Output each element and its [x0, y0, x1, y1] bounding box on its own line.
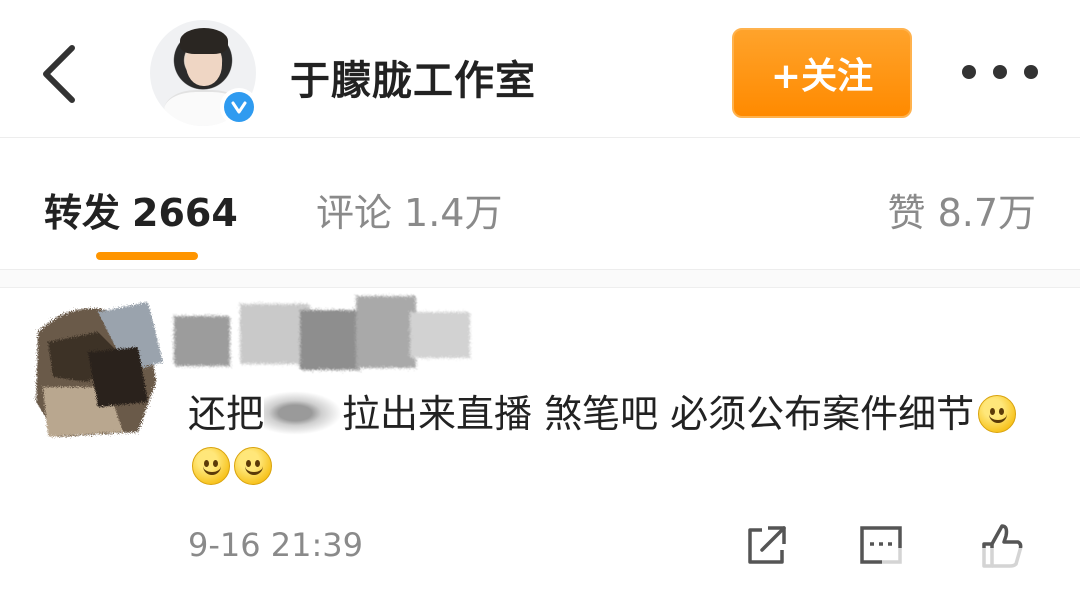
verified-badge-icon — [220, 88, 258, 126]
tab-repost-label: 转发 — [44, 191, 121, 235]
tab-like[interactable]: 赞 8.7万 — [888, 182, 1036, 237]
commenter-name-blurred[interactable] — [170, 290, 480, 390]
commenter-avatar[interactable] — [28, 292, 166, 442]
smile-emoji-icon — [192, 447, 230, 485]
tab-comment[interactable]: 评论 1.4万 — [316, 182, 502, 237]
user-name[interactable]: 于朦胧工作室 — [290, 48, 536, 106]
back-button[interactable] — [36, 42, 86, 106]
active-tab-indicator — [96, 252, 198, 260]
comment-text-start: 还把 — [188, 392, 265, 436]
stats-tabs: 转发 2664 评论 1.4万 赞 8.7万 — [0, 138, 1080, 270]
tab-like-count: 8.7万 — [937, 191, 1036, 235]
follow-button[interactable]: +关注 — [732, 28, 912, 118]
tab-like-label: 赞 — [887, 191, 926, 235]
comment-text: 还把 拉出来直播 煞笔吧 必须公布案件细节 — [188, 388, 1048, 492]
share-button[interactable] — [742, 522, 790, 570]
more-dots-icon[interactable] — [962, 58, 1038, 86]
comment-text-rest: 拉出来直播 煞笔吧 必须公布案件细节 — [342, 392, 975, 436]
section-divider — [0, 270, 1080, 288]
tab-comment-label: 评论 — [316, 191, 393, 235]
chevron-left-icon — [43, 45, 75, 103]
tab-repost-count: 2664 — [132, 191, 238, 235]
comment-timestamp: 9-16 21:39 — [188, 526, 364, 564]
smile-emoji-icon — [978, 395, 1017, 433]
smile-emoji-icon — [234, 447, 272, 485]
header-bar: 于朦胧工作室 +关注 — [0, 0, 1080, 138]
tab-repost[interactable]: 转发 2664 — [44, 182, 238, 237]
share-icon — [748, 526, 786, 564]
redacted-text — [264, 391, 343, 435]
tab-comment-count: 1.4万 — [404, 191, 503, 235]
watermark-overlay — [882, 548, 1072, 578]
